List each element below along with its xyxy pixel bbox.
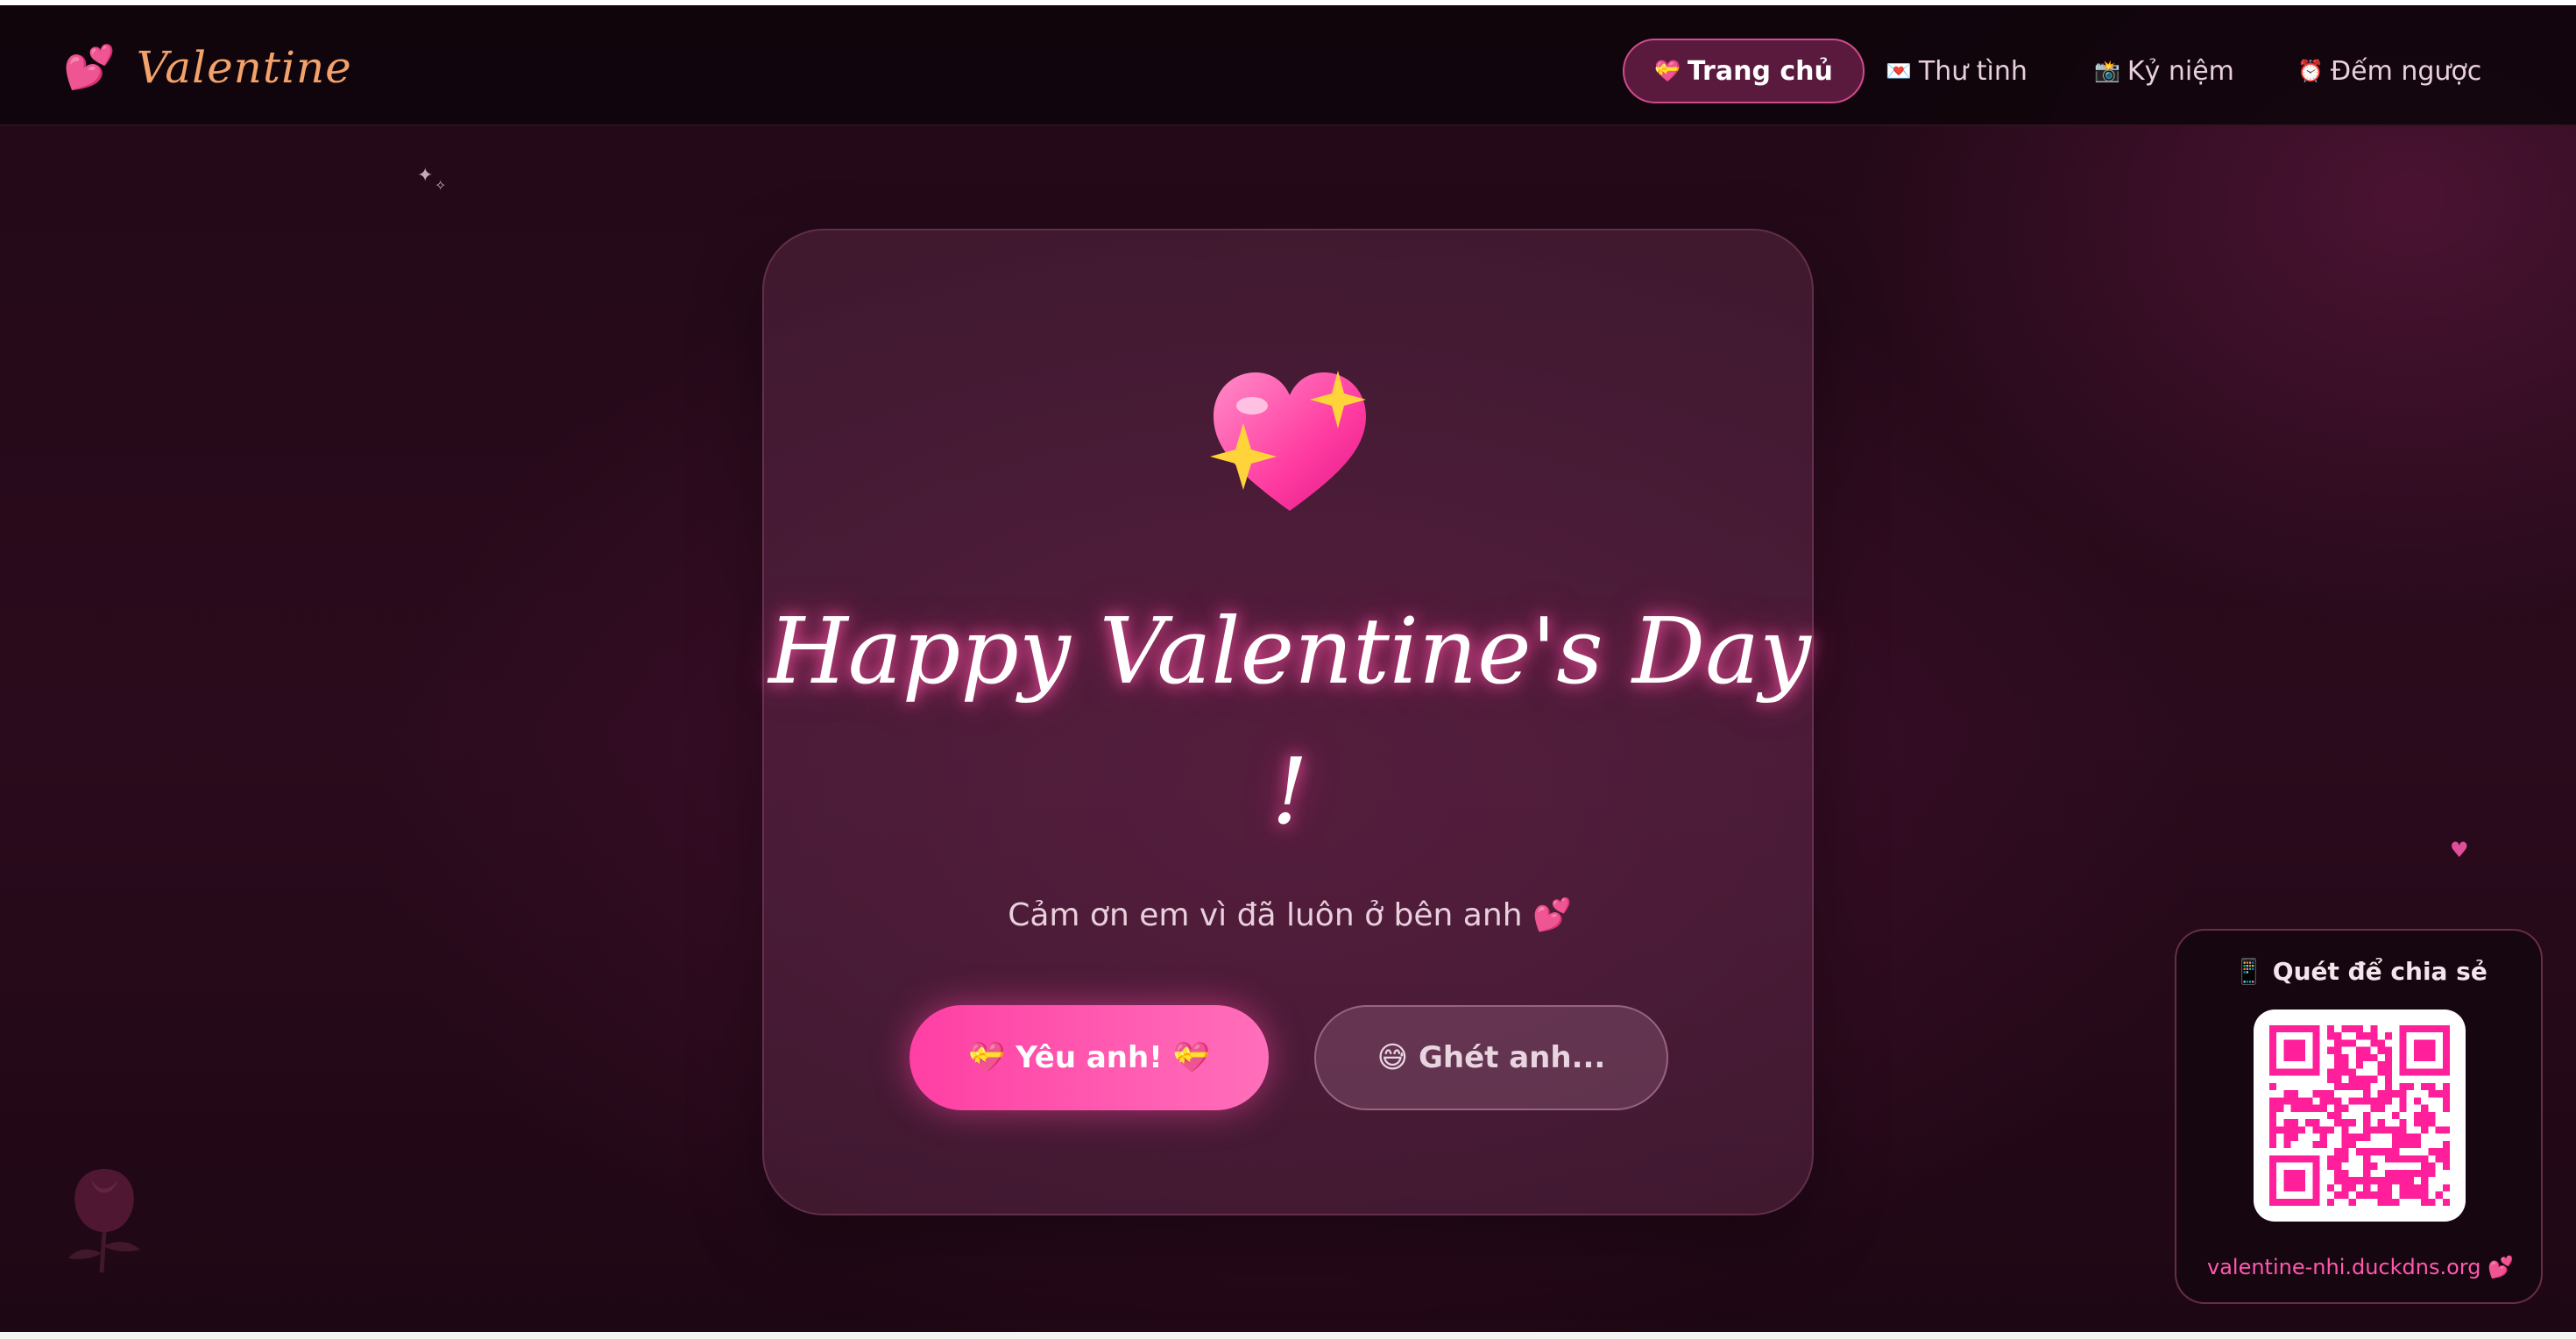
title-line-1: Happy Valentine's Day xyxy=(768,598,1811,705)
title-line-2: ! xyxy=(1271,738,1308,845)
navbar: 💕 Valentine 💝 Trang chủ 💌 Thư tình 📸 Kỷ … xyxy=(0,5,2576,126)
qr-title: 📱 Quét để chia sẻ xyxy=(2233,957,2488,986)
nav-item-countdown[interactable]: ⏰ Đếm ngược xyxy=(2297,39,2481,103)
love-button[interactable]: 💝 Yêu anh! 💝 xyxy=(909,1005,1269,1110)
nav-item-memories[interactable]: 📸 Kỷ niệm xyxy=(2094,39,2234,103)
camera-icon: 📸 xyxy=(2094,59,2120,83)
window-bottom-edge xyxy=(0,1332,2576,1339)
alarm-clock-icon: ⏰ xyxy=(2297,59,2324,83)
nav-item-label: Đếm ngược xyxy=(2330,55,2482,87)
nav-item-home[interactable]: 💝 Trang chủ xyxy=(1623,39,1865,103)
sparkle-icon: ✦ xyxy=(417,165,434,187)
sparkling-heart-icon xyxy=(1210,371,1366,511)
rose-icon xyxy=(68,1169,140,1273)
nav-item-love-letter[interactable]: 💌 Thư tình xyxy=(1886,39,2028,103)
page-title: Happy Valentine's Day ! xyxy=(764,581,1815,861)
qr-share-panel: 📱 Quét để chia sẻ valentine-nhi.duckdns.… xyxy=(2175,929,2543,1304)
hate-button[interactable]: 😅 Ghét anh... xyxy=(1314,1005,1668,1110)
heart-icon: ♥ xyxy=(2450,838,2469,862)
nav-item-label: Trang chủ xyxy=(1687,55,1833,87)
gift-heart-icon: 💝 xyxy=(1654,59,1681,83)
logo-text: Valentine xyxy=(136,42,352,93)
love-letter-icon: 💌 xyxy=(1886,59,1912,83)
nav-item-label: Thư tình xyxy=(1918,55,2028,87)
subtitle: Cảm ơn em vì đã luôn ở bên anh 💕 xyxy=(1008,897,1572,933)
nav-item-label: Kỷ niệm xyxy=(2127,55,2234,87)
qr-code[interactable] xyxy=(2254,1010,2466,1222)
qr-code-icon xyxy=(2269,1025,2450,1206)
share-url[interactable]: valentine-nhi.duckdns.org 💕 xyxy=(2176,1255,2544,1279)
hero-card: Happy Valentine's Day ! Cảm ơn em vì đã … xyxy=(762,229,1814,1215)
logo[interactable]: 💕 Valentine xyxy=(63,37,352,98)
sparkle-icon: ✧ xyxy=(435,177,447,194)
app-root: 💕 Valentine 💝 Trang chủ 💌 Thư tình 📸 Kỷ … xyxy=(0,5,2576,1332)
two-hearts-icon: 💕 xyxy=(63,43,116,92)
